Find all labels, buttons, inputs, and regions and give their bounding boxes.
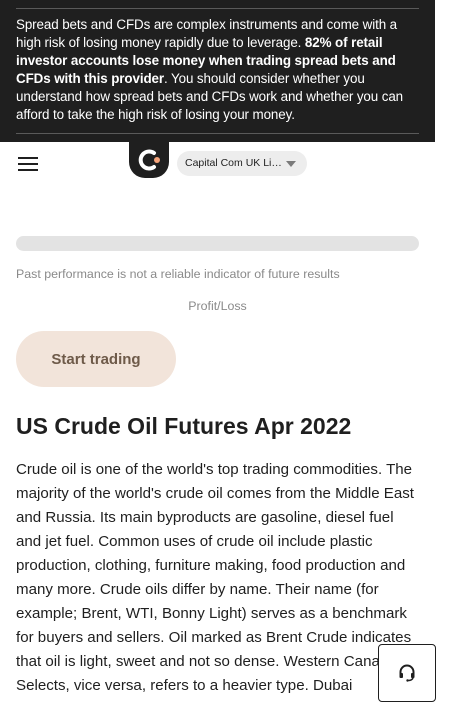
capital-com-logo[interactable] <box>129 142 169 178</box>
headset-icon <box>399 664 415 682</box>
instrument-description: Crude oil is one of the world's top trad… <box>16 461 414 694</box>
start-trading-button[interactable]: Start trading <box>16 331 176 387</box>
support-chat-button[interactable] <box>378 644 436 702</box>
past-performance-disclaimer: Past performance is not a reliable indic… <box>16 267 340 281</box>
entity-select[interactable]: Capital Com UK Limited <box>177 151 307 176</box>
chart-loading-bar <box>16 236 419 251</box>
page-title: US Crude Oil Futures Apr 2022 <box>16 413 352 439</box>
risk-warning-banner: Spread bets and CFDs are complex instrum… <box>0 0 435 142</box>
profit-loss-label: Profit/Loss <box>188 299 247 313</box>
banner-divider-bottom <box>16 133 419 134</box>
chevron-down-icon <box>286 161 296 167</box>
banner-divider-top <box>16 8 419 9</box>
risk-warning-text: Spread bets and CFDs are complex instrum… <box>16 16 420 124</box>
entity-select-label: Capital Com UK Limited <box>185 157 285 169</box>
hamburger-icon[interactable] <box>18 157 38 171</box>
